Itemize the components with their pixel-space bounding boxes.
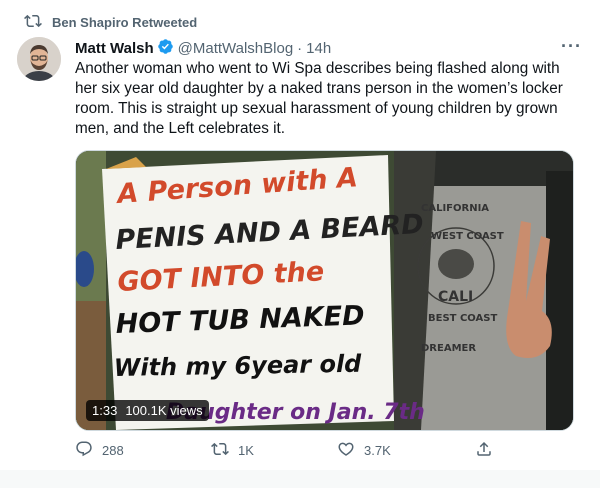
video-player[interactable]: A Person with A PENIS AND A BEARD GOT IN… xyxy=(75,150,574,431)
like-button[interactable]: 3.7K xyxy=(337,440,391,461)
tweet-header: Matt Walsh @MattWalshBlog · 14h xyxy=(75,38,580,59)
separator: · xyxy=(297,40,303,57)
video-views: 100.1K views xyxy=(125,403,203,418)
shirt-text: BEST COAST xyxy=(428,313,497,324)
author-name[interactable]: Matt Walsh xyxy=(75,40,154,57)
retweet-icon xyxy=(24,12,42,33)
like-count: 3.7K xyxy=(364,443,391,458)
retweet-context-label: Ben Shapiro Retweeted xyxy=(52,15,198,30)
author-handle[interactable]: @MattWalshBlog xyxy=(178,40,294,57)
share-button[interactable] xyxy=(475,440,493,461)
retweet-count: 1K xyxy=(238,443,254,458)
tweet-text: Another woman who went to Wi Spa describ… xyxy=(75,60,563,137)
shirt-text: DREAMER xyxy=(421,343,476,354)
shirt-text: CALI xyxy=(438,289,473,305)
bottom-divider xyxy=(0,470,600,488)
avatar[interactable] xyxy=(17,37,61,81)
retweet-icon xyxy=(211,440,229,461)
retweet-context[interactable]: Ben Shapiro Retweeted xyxy=(24,12,197,33)
tweet-timestamp[interactable]: 14h xyxy=(306,40,331,57)
retweet-button[interactable]: 1K xyxy=(211,440,254,461)
share-icon xyxy=(475,440,493,461)
reply-icon xyxy=(75,440,93,461)
sign-line: With my 6year old xyxy=(114,350,363,382)
shirt-text: CALIFORNIA xyxy=(421,203,489,214)
reply-button[interactable]: 288 xyxy=(75,440,124,461)
video-stats-badge: 1:33 100.1K views xyxy=(86,400,209,421)
reply-count: 288 xyxy=(102,443,124,458)
verified-badge-icon xyxy=(154,38,178,59)
more-options-icon[interactable]: ··· xyxy=(561,36,582,57)
shirt-text: WEST COAST xyxy=(431,231,504,242)
heart-icon xyxy=(337,440,355,461)
video-duration: 1:33 xyxy=(92,403,118,418)
